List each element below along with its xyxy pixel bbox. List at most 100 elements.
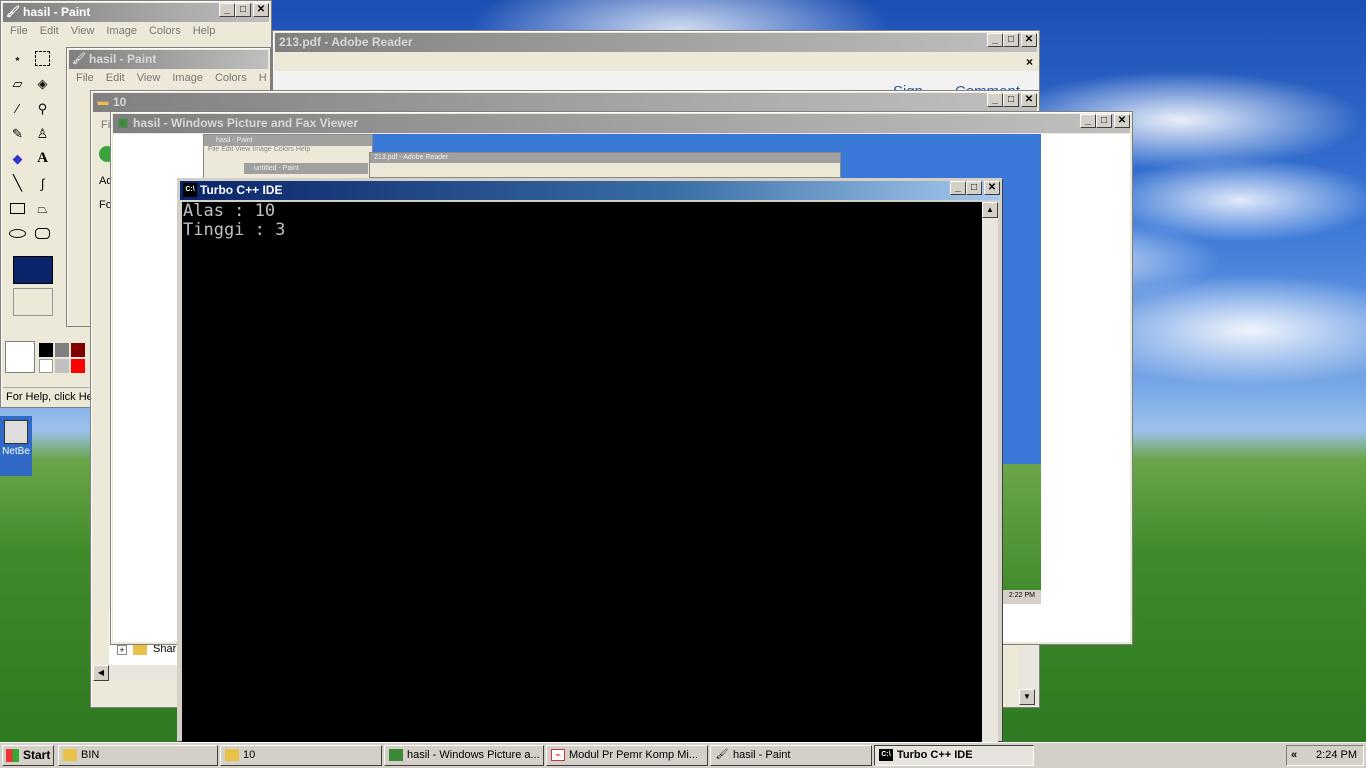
menu-edit[interactable]: Edit — [34, 23, 65, 41]
explorer-titlebar[interactable]: ▬ 10 — [93, 93, 1037, 112]
turbo-cpp-window[interactable]: C:\ Turbo C++ IDE _ □ ✕ Alas : 10 Tinggi … — [177, 178, 1003, 742]
taskbar-button-10[interactable]: 10 — [220, 745, 382, 766]
menu-colors[interactable]: Colors — [209, 70, 253, 88]
menu-image[interactable]: Image — [166, 70, 209, 88]
console-line: Alas : 10 — [183, 201, 276, 221]
taskbar-button-picture-viewer[interactable]: hasil - Windows Picture a... — [384, 745, 544, 766]
close-document-icon[interactable]: × — [1026, 55, 1033, 69]
menu-colors[interactable]: Colors — [143, 23, 187, 41]
picture-viewer-icon — [389, 749, 403, 761]
minimize-button[interactable]: _ — [950, 181, 966, 195]
viewer-title: hasil - Windows Picture and Fax Viewer — [133, 116, 359, 130]
paint-back-menubar: File Edit View Image Colors Help — [4, 23, 221, 41]
maximize-button[interactable]: □ — [1003, 93, 1019, 107]
menu-file[interactable]: File — [70, 70, 100, 88]
color-swatch[interactable] — [39, 359, 53, 373]
tray-expand-icon[interactable]: « — [1291, 746, 1297, 765]
menu-image[interactable]: Image — [100, 23, 143, 41]
taskbar-button-modul-pdf[interactable]: ⌁ Modul Pr Pemr Komp Mi... — [546, 745, 708, 766]
rectangle-icon[interactable] — [10, 203, 25, 214]
close-button[interactable]: ✕ — [253, 3, 269, 17]
curve-icon[interactable]: ∫ — [30, 171, 55, 196]
paint-inner-title: hasil - Paint — [89, 52, 157, 66]
thumb-adobe-title: 213.pdf - Adobe Reader — [370, 153, 840, 163]
task-label: 10 — [243, 749, 256, 761]
maximize-button[interactable]: □ — [966, 181, 982, 195]
menu-file[interactable]: File — [4, 23, 34, 41]
eraser-icon[interactable]: ▱ — [5, 71, 30, 96]
brush-icon[interactable]: ♙ — [30, 121, 55, 146]
console-vertical-scrollbar[interactable]: ▲ — [982, 202, 998, 742]
maximize-button[interactable]: □ — [235, 3, 251, 17]
minimize-button[interactable]: _ — [987, 93, 1003, 107]
clock[interactable]: 2:24 PM — [1316, 746, 1357, 765]
vertical-scrollbar[interactable]: ▼ — [1019, 647, 1037, 705]
magnifier-icon[interactable]: ⚲ — [30, 96, 55, 121]
console-output[interactable]: Alas : 10 Tinggi : 3 — [182, 202, 983, 742]
thumb-clock: 2:22 PM — [1008, 592, 1035, 599]
scroll-left-button[interactable]: ◀ — [93, 665, 109, 681]
free-select-icon[interactable]: ⋆ — [5, 46, 30, 71]
color-swatch[interactable] — [55, 343, 69, 357]
color-swatch[interactable] — [39, 343, 53, 357]
task-label: BIN — [81, 749, 100, 761]
scroll-down-button[interactable]: ▼ — [1019, 689, 1035, 705]
ellipse-icon[interactable] — [9, 229, 26, 238]
menu-help[interactable]: H — [253, 70, 273, 88]
line-icon[interactable]: ╲ — [5, 171, 30, 196]
windows-logo-icon — [6, 749, 19, 762]
close-button[interactable]: ✕ — [1021, 93, 1037, 107]
color-swatch[interactable] — [55, 359, 69, 373]
expand-icon[interactable]: + — [117, 645, 127, 655]
transparency-option-1[interactable] — [13, 256, 53, 284]
thumb-menu-item: Colors — [273, 146, 294, 153]
menu-view[interactable]: View — [65, 23, 101, 41]
netbeans-icon — [4, 420, 28, 444]
picture-viewer-icon: ▣ — [117, 117, 129, 129]
picker-icon[interactable]: ⁄ — [5, 96, 30, 121]
paint-back-caption-buttons: _ □ ✕ — [219, 3, 269, 17]
console-icon: C:\ — [879, 749, 893, 761]
status-bar: For Help, click He — [3, 387, 93, 406]
color-swatch[interactable] — [71, 343, 85, 357]
polygon-icon[interactable]: ⏢ — [30, 196, 55, 221]
folder-icon — [63, 749, 77, 761]
close-button[interactable]: ✕ — [984, 181, 1000, 195]
menu-help[interactable]: Help — [187, 23, 222, 41]
taskbar-button-bin[interactable]: BIN — [58, 745, 218, 766]
menu-edit[interactable]: Edit — [100, 70, 131, 88]
adobe-caption-buttons: _ □ ✕ — [987, 33, 1037, 47]
minimize-button[interactable]: _ — [219, 3, 235, 17]
rect-select-icon[interactable] — [35, 51, 50, 66]
text-icon[interactable]: A — [30, 146, 55, 171]
taskbar-button-paint[interactable]: 🖌 hasil - Paint — [710, 745, 872, 766]
adobe-titlebar[interactable]: 213.pdf - Adobe Reader — [275, 33, 1037, 52]
taskbar-button-turbo[interactable]: C:\ Turbo C++ IDE — [874, 745, 1034, 766]
desktop-icon-netbeans[interactable]: NetBe — [0, 416, 32, 476]
airbrush-icon[interactable]: ◆ — [5, 146, 30, 171]
turbo-titlebar[interactable]: C:\ Turbo C++ IDE — [180, 181, 1000, 200]
close-button[interactable]: ✕ — [1021, 33, 1037, 47]
close-button[interactable]: ✕ — [1114, 114, 1130, 128]
menu-view[interactable]: View — [131, 70, 167, 88]
pdf-icon: ⌁ — [551, 749, 565, 761]
menu-file-fragment[interactable]: Fi — [101, 119, 110, 131]
paint-inner-titlebar[interactable]: 🖌 hasil - Paint — [69, 50, 268, 69]
transparency-option-2[interactable] — [13, 288, 53, 316]
horizontal-scrollbar[interactable]: ◀ — [93, 665, 179, 681]
rounded-rect-icon[interactable] — [35, 228, 50, 239]
pencil-icon[interactable]: ✎ — [5, 121, 30, 146]
viewer-titlebar[interactable]: ▣ hasil - Windows Picture and Fax Viewer — [113, 114, 1130, 133]
paint-app-icon: 🖌 — [72, 53, 86, 65]
taskbar: Start BIN 10 hasil - Windows Picture a..… — [0, 742, 1366, 768]
minimize-button[interactable]: _ — [987, 33, 1003, 47]
minimize-button[interactable]: _ — [1080, 114, 1096, 128]
color-swatch[interactable] — [71, 359, 85, 373]
scroll-up-button[interactable]: ▲ — [982, 202, 998, 218]
turbo-caption-buttons: _ □ ✕ — [950, 181, 1000, 195]
fill-icon[interactable]: ◈ — [30, 71, 55, 96]
start-button[interactable]: Start — [2, 745, 54, 766]
thumb-menu-item: File — [208, 146, 220, 153]
maximize-button[interactable]: □ — [1003, 33, 1019, 47]
maximize-button[interactable]: □ — [1096, 114, 1112, 128]
